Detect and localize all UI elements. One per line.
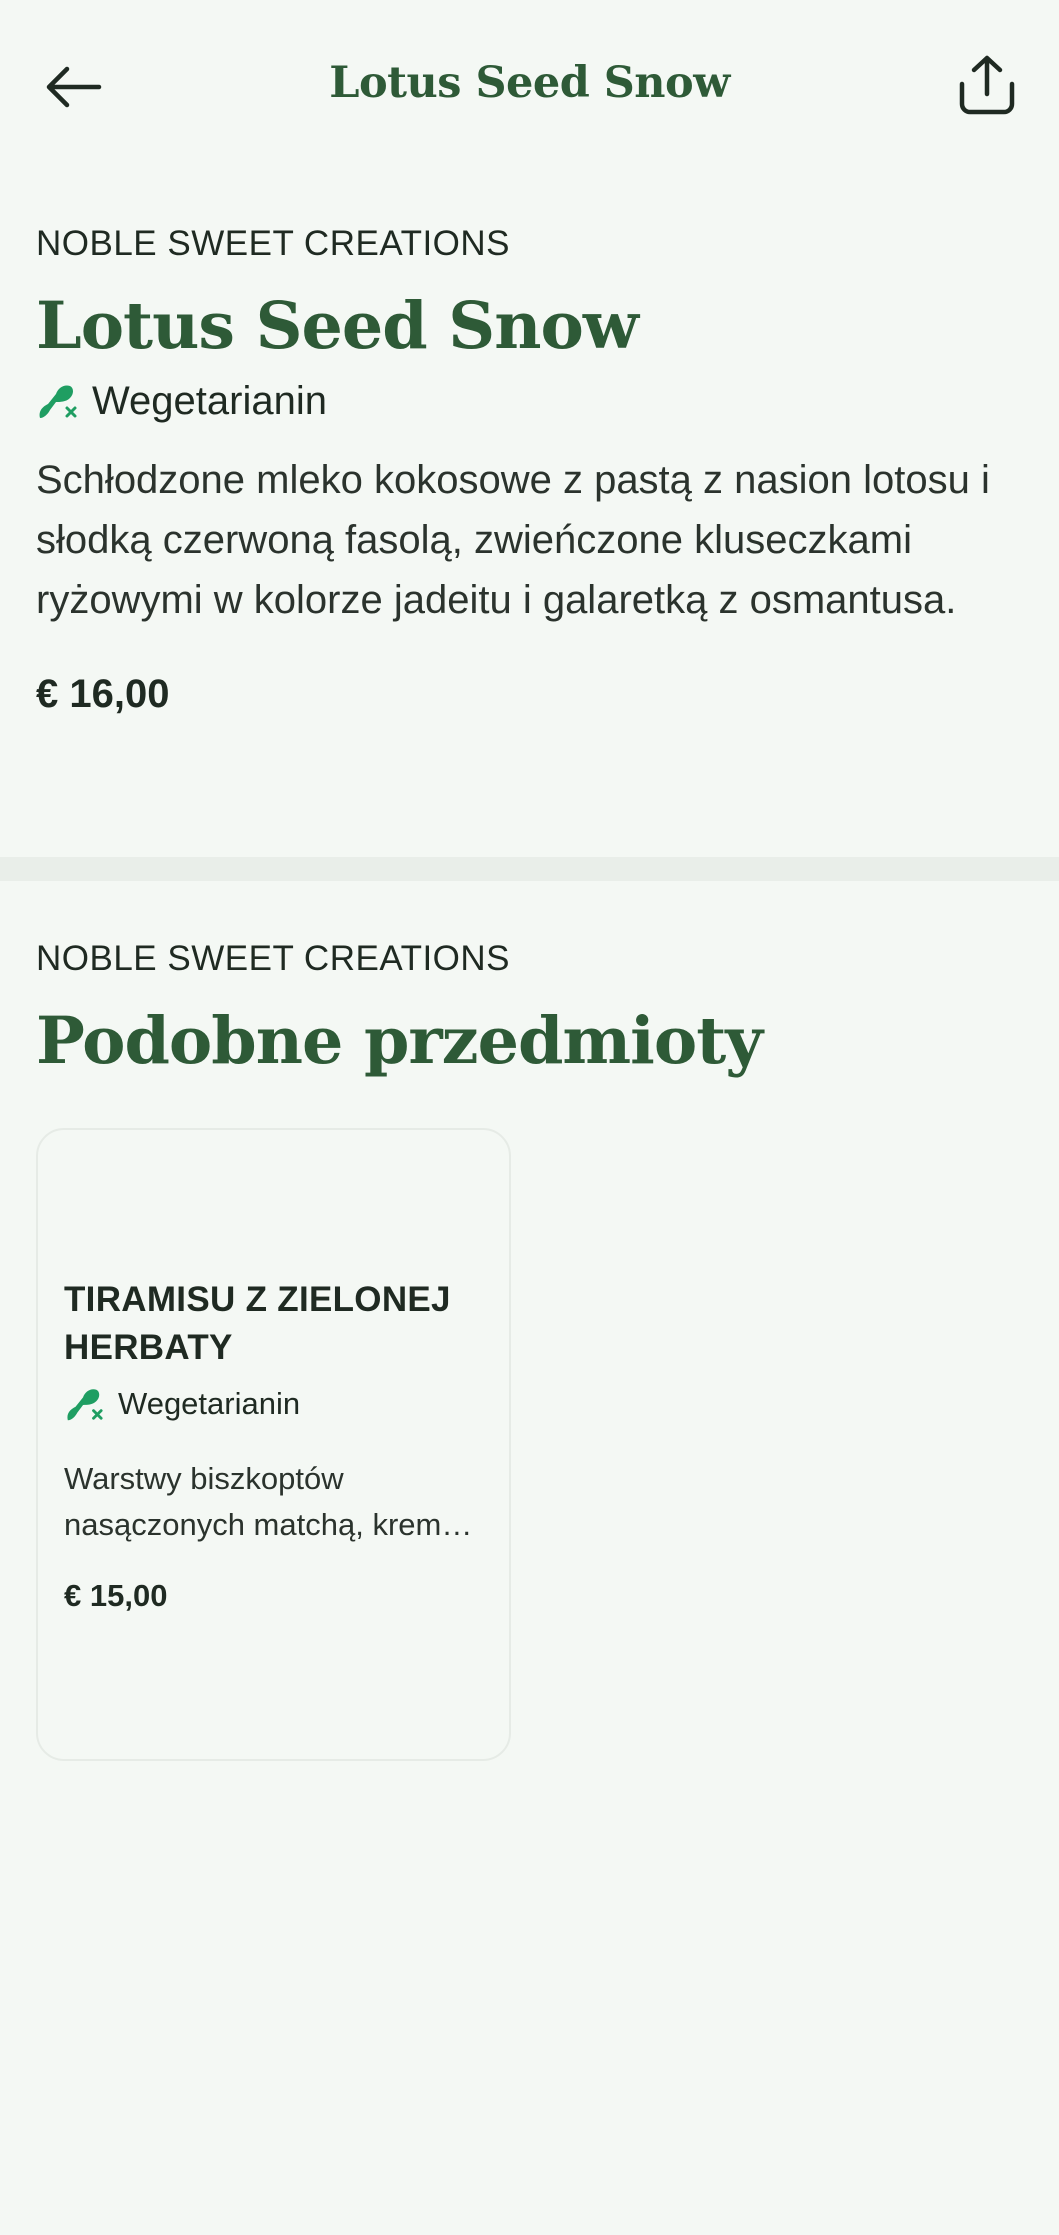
share-button[interactable] [950,48,1024,122]
product-title: Lotus Seed Snow [36,288,639,364]
vegetarian-icon [67,1389,103,1421]
similar-item-price: € 15,00 [64,1578,168,1613]
top-bar: Lotus Seed Snow [0,0,1059,170]
similar-restaurant-name: NOBLE SWEET CREATIONS [36,939,511,978]
item-detail-page: Lotus Seed Snow NOBLE SWEET CREATIONS Lo… [0,0,1059,2235]
similar-item-diet-label: Wegetarianin [118,1386,301,1421]
vegetarian-icon [39,385,77,418]
product-details: NOBLE SWEET CREATIONS Lotus Seed Snow We… [36,220,1026,717]
product-price: € 16,00 [36,672,170,716]
share-icon [959,55,1015,115]
similar-item-card[interactable]: TIRAMISU Z ZIELONEJ HERBATY Wegetarianin… [36,1128,511,1761]
restaurant-name: NOBLE SWEET CREATIONS [36,224,511,263]
arrow-left-icon [46,66,102,108]
similar-items-section: NOBLE SWEET CREATIONS Podobne przedmioty [36,935,1026,1081]
product-description: Schłodzone mleko kokosowe z pastą z nasi… [36,458,990,622]
header-title: Lotus Seed Snow [329,58,730,108]
similar-item-name: TIRAMISU Z ZIELONEJ HERBATY [64,1280,451,1367]
section-divider [0,857,1059,881]
diet-tag: Wegetarianin [36,376,1026,426]
similar-item-diet-tag: Wegetarianin [64,1384,300,1424]
diet-label: Wegetarianin [92,378,327,423]
similar-items-heading: Podobne przedmioty [36,1003,763,1079]
back-button[interactable] [36,50,110,124]
similar-item-description: Warstwy biszkoptów nasączonych matchą, k… [64,1461,473,1542]
